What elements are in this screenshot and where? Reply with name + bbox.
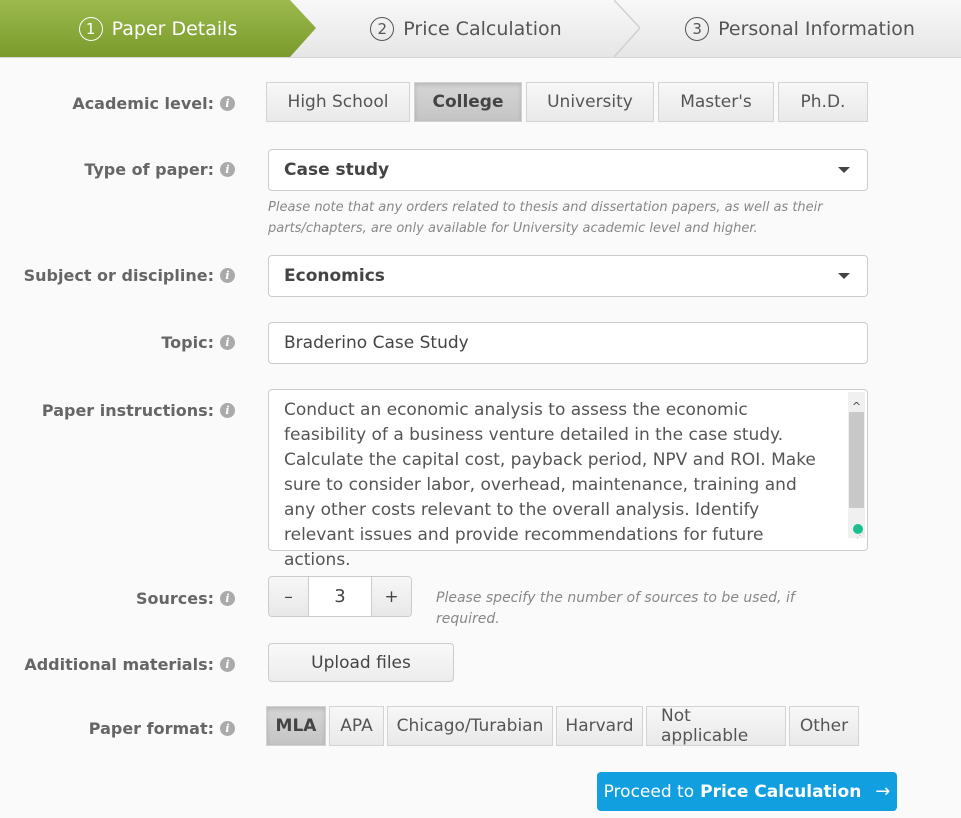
type-of-paper-label: Type of paper: i — [84, 160, 235, 179]
upload-files-button[interactable]: Upload files — [268, 643, 454, 682]
info-icon[interactable]: i — [220, 335, 235, 350]
sources-hint: Please specify the number of sources to … — [436, 590, 795, 627]
option-masters[interactable]: Master's — [658, 82, 774, 122]
label-text: Topic: — [161, 333, 214, 352]
info-icon[interactable]: i — [220, 403, 235, 418]
increment-button[interactable]: + — [372, 577, 411, 616]
label-text: Type of paper: — [84, 160, 214, 179]
step-personal-information[interactable]: 3 Personal Information — [640, 0, 960, 57]
proceed-target: Price Calculation — [700, 781, 862, 802]
proceed-button[interactable]: Proceed to Price Calculation → — [597, 772, 897, 811]
type-of-paper-note: Please note that any orders related to t… — [268, 200, 823, 236]
option-apa[interactable]: APA — [329, 706, 384, 746]
textarea-value: Conduct an economic analysis to assess t… — [284, 400, 816, 570]
subject-label: Subject or discipline: i — [24, 266, 235, 285]
label-text: Paper instructions: — [41, 401, 214, 420]
option-mla[interactable]: MLA — [266, 706, 326, 746]
subject-select[interactable]: Economics — [268, 255, 868, 297]
arrow-right-icon: → — [875, 781, 891, 802]
info-icon[interactable]: i — [220, 657, 235, 672]
step-number: 3 — [685, 16, 710, 41]
proceed-prefix: Proceed to — [603, 781, 695, 802]
step-paper-details[interactable]: 1 Paper Details — [0, 0, 316, 57]
instructions-textarea[interactable]: Conduct an economic analysis to assess t… — [268, 389, 868, 570]
label-text: Sources: — [135, 589, 214, 608]
step-separator — [614, 0, 640, 57]
option-chicago-turabian[interactable]: Chicago/Turabian — [387, 706, 553, 746]
academic-level-options: High School College University Master's … — [266, 82, 868, 122]
info-icon[interactable]: i — [220, 591, 235, 606]
step-label: Personal Information — [718, 17, 915, 40]
option-university[interactable]: University — [526, 82, 654, 122]
academic-level-label: Academic level: i — [72, 94, 235, 113]
option-other[interactable]: Other — [789, 706, 859, 746]
instructions-label: Paper instructions: i — [42, 401, 235, 420]
additional-materials-label: Additional materials: i — [24, 655, 235, 674]
step-number: 2 — [370, 16, 395, 41]
sources-stepper: – 3 + — [268, 576, 412, 617]
select-value: Case study — [284, 160, 390, 180]
info-icon[interactable]: i — [220, 721, 235, 736]
label-text: Paper format: — [88, 719, 214, 738]
info-icon[interactable]: i — [220, 268, 235, 283]
decrement-button[interactable]: – — [269, 577, 308, 616]
label-text: Academic level: — [72, 94, 214, 113]
paper-format-options: MLA APA Chicago/Turabian Harvard Not app… — [266, 706, 859, 746]
scrollbar-thumb[interactable] — [849, 412, 864, 508]
option-high-school[interactable]: High School — [266, 82, 410, 122]
label-text: Additional materials: — [24, 655, 214, 674]
chevron-down-icon — [838, 167, 850, 173]
paper-format-label: Paper format: i — [89, 719, 235, 738]
info-icon[interactable]: i — [220, 96, 235, 111]
input-value: Braderino Case Study — [284, 333, 469, 353]
step-label: Price Calculation — [403, 17, 562, 40]
progress-steps: 1 Paper Details 2 Price Calculation 3 Pe… — [0, 0, 961, 58]
topic-input[interactable]: Braderino Case Study — [268, 322, 868, 364]
option-harvard[interactable]: Harvard — [556, 706, 643, 746]
option-phd[interactable]: Ph.D. — [778, 82, 868, 122]
type-of-paper-select[interactable]: Case study — [268, 149, 868, 191]
resize-grip-icon[interactable]: ⋰ — [856, 523, 864, 548]
step-number: 1 — [78, 16, 103, 41]
chevron-down-icon — [838, 273, 850, 279]
option-college[interactable]: College — [414, 82, 522, 122]
step-price-calculation[interactable]: 2 Price Calculation — [316, 0, 616, 57]
label-text: Subject or discipline: — [23, 266, 214, 285]
sources-input[interactable]: 3 — [308, 577, 372, 616]
topic-label: Topic: i — [161, 333, 235, 352]
scrollbar[interactable]: ^ ⌄ — [848, 392, 865, 538]
step-label: Paper Details — [111, 17, 238, 40]
option-not-applicable[interactable]: Not applicable — [646, 706, 786, 746]
info-icon[interactable]: i — [220, 162, 235, 177]
sources-label: Sources: i — [136, 589, 235, 608]
select-value: Economics — [284, 266, 385, 286]
